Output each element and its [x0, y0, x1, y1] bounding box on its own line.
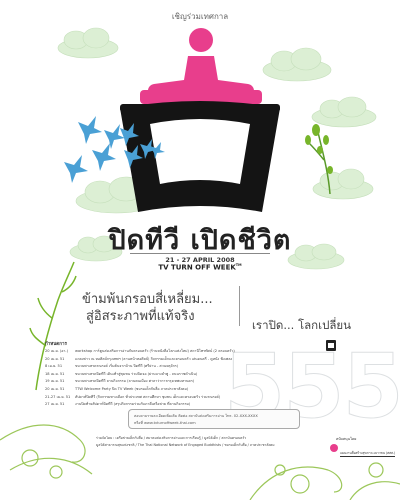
sponsor-text: แผนงานสื่อสร้างสุขภาวะเยาวชน (สสส.) — [340, 451, 396, 457]
schedule-row: 27 เม.ย. 51 งานปิดท้ายสัปดาห์ปิดทีวี (สรุ… — [45, 401, 275, 409]
info-line-1: สอบถามรายละเอียดเพิ่มเติม ติดต่อ สถาบันส… — [134, 414, 258, 418]
cloud-icon — [312, 168, 374, 200]
schedule-row: 20 เม.ย. 51 TTW Welcome Party ปิด TV Week… — [45, 386, 275, 394]
info-line-2: หรือที่ www.tvturnoffweek-thai.com — [134, 421, 196, 425]
schedule-text: ขบวนพาเหรดปิดทีวี ลานกิจกรรม (ลานคนเมือง… — [75, 379, 195, 384]
sponsor-logos: แผนงานสื่อสร้างสุขภาวะเยาวชน (สสส.) — [330, 444, 396, 458]
schedule-date: 18 เม.ย. 51 — [45, 371, 65, 376]
tv-frame-icon — [120, 101, 280, 212]
schedule-date: 20 เม.ย. (อา.) — [45, 349, 68, 353]
cloud-icon — [262, 47, 332, 82]
footer-line-1: ร่วมจัดโดย : เครือข่ายเด็กกับสื่อ / สมาค… — [96, 436, 247, 440]
sponsor-logo-icon — [330, 444, 338, 452]
schedule-row: 8 เม.ย. 51 ขบวนพาเหรดรณรงค์ เริ่มต้นจากบ้… — [45, 363, 275, 371]
schedule-row: 20 เม.ย. 51 แถลงข่าว ณ หอศิลป์กรุงเทพฯ (ล… — [45, 356, 275, 364]
schedule-text: ขบวนพาเหรดรณรงค์ เริ่มต้นจากบ้าน ปิดทีวี… — [75, 364, 179, 369]
schedule-date: 19 เม.ย. 51 — [45, 379, 65, 384]
top-invite: เชิญร่วมเทศกาล — [171, 12, 229, 21]
schedule-text: งานปิดท้ายสัปดาห์ปิดทีวี (สรุปกิจกรรมร่ว… — [75, 402, 191, 407]
cloud-icon — [57, 27, 119, 59]
schedule-text: ขบวนพาเหรดปิดทีวี เดินเท้าสู่ชุมชน ร่วมป… — [75, 371, 198, 376]
schedule-row: 18 เม.ย. 51 ขบวนพาเหรดปิดทีวี เดินเท้าสู่… — [45, 371, 275, 379]
event-subtitle: TV TURN OFF WEEKTM — [0, 263, 400, 271]
schedule-date: 27 เม.ย. 51 — [45, 402, 65, 407]
poster: เชิญร่วมเทศกาล ปิดทีวี เปิดชีวิต 21 - 27… — [0, 0, 400, 500]
schedule-text: สัปดาห์ปิดทีวี (กิจกรรมทางเลือก ทั่วประเ… — [75, 394, 221, 399]
schedule-row: 20 เม.ย. (อา.) workshop การ์ตูนส่งเสริมกา… — [45, 348, 275, 356]
schedule-text: แถลงข่าว ณ หอศิลป์กรุงเทพฯ (ลานหน้าหอศิล… — [75, 356, 233, 361]
slogan-divider — [239, 286, 240, 326]
slogan-line-2: สู่อิสระภาพที่แท้จริง — [86, 309, 195, 324]
schedule-text: workshop การ์ตูนส่งเสริมการอ่านกับครอบคร… — [75, 349, 235, 353]
schedule-text: TTW Welcome Party ปิด TV Week (ชมรมเด็กก… — [75, 386, 189, 391]
schedule-row: 21-27 เม.ย. 51 สัปดาห์ปิดทีวี (กิจกรรมทาง… — [45, 394, 275, 402]
person-figure-icon — [140, 28, 262, 104]
schedule-label: กำหนดการ — [45, 342, 67, 347]
schedule-date: 21-27 เม.ย. 51 — [45, 394, 71, 399]
schedule-date: 20 เม.ย. 51 — [45, 386, 65, 391]
info-box: สอบถามรายละเอียดเพิ่มเติม ติดต่อ สถาบันส… — [128, 409, 300, 429]
title-divider — [130, 253, 270, 254]
schedule-date: 20 เม.ย. 51 — [45, 356, 65, 361]
slogan-right: เราปิด... โลกเปลี่ยน — [252, 318, 352, 332]
main-title: ปิดทีวี เปิดชีวิต — [108, 225, 292, 256]
trademark-mark: TM — [235, 263, 242, 267]
schedule-list: 20 เม.ย. (อา.) workshop การ์ตูนส่งเสริมกา… — [45, 348, 275, 409]
sponsor-label: สนับสนุนโดย — [336, 437, 357, 441]
footer-line-2: มูลนิธิสาธารณสุขแห่งชาติ / The Thai Nati… — [96, 443, 275, 447]
schedule-date: 8 เม.ย. 51 — [45, 364, 63, 369]
cloud-icon — [311, 96, 377, 128]
schedule-row: 19 เม.ย. 51 ขบวนพาเหรดปิดทีวี ลานกิจกรรม … — [45, 378, 275, 386]
event-subtitle-text: TV TURN OFF WEEK — [158, 263, 236, 272]
